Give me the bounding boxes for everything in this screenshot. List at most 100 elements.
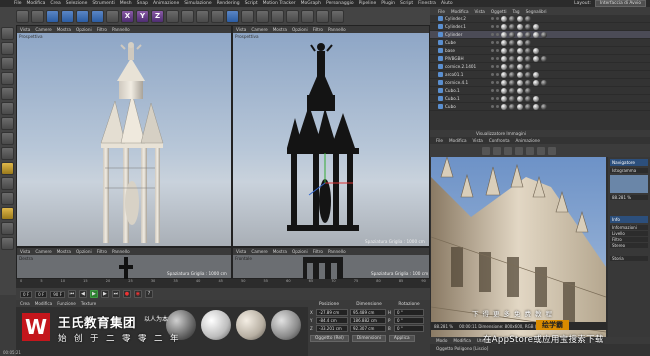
material-tag-icon[interactable] xyxy=(525,103,531,110)
object-row[interactable]: Cube xyxy=(430,39,650,47)
object-name[interactable]: Cubo.1 xyxy=(445,96,489,101)
material-tag-icon[interactable] xyxy=(501,87,507,94)
visibility-dot-icon[interactable] xyxy=(491,49,494,52)
layout-dropdown[interactable]: Interfaccia di Avvio xyxy=(594,0,646,7)
material-tag-icon[interactable] xyxy=(525,55,531,62)
material-tag-icon[interactable] xyxy=(501,39,507,46)
menu-plugin[interactable]: Plugin xyxy=(381,1,395,6)
material-tag-icon[interactable] xyxy=(541,31,547,38)
material-tag-icon[interactable] xyxy=(525,15,531,22)
rotation-p-field[interactable]: 0 ° xyxy=(394,317,424,324)
y-axis-lock-button[interactable]: Y xyxy=(136,9,149,23)
sculpt-icon[interactable] xyxy=(1,222,14,235)
vp-menu-pannello[interactable]: Pannello xyxy=(112,27,130,32)
make-editable-icon[interactable] xyxy=(1,27,14,40)
points-mode-icon[interactable] xyxy=(1,87,14,100)
vp-menu-camere[interactable]: Camere xyxy=(35,249,51,254)
menu-animazione[interactable]: Animazione xyxy=(153,1,179,6)
vp-menu-mostra[interactable]: Mostra xyxy=(273,27,287,32)
menu-finestra[interactable]: Finestra xyxy=(418,1,436,6)
visibility-dot-icon[interactable] xyxy=(491,65,494,68)
object-name[interactable]: Cubo.1 xyxy=(445,88,489,93)
menu-strumenti[interactable]: Strumenti xyxy=(92,1,114,6)
object-name[interactable]: cornice.4.1 xyxy=(445,80,489,85)
object-name[interactable]: PIVBGBH xyxy=(445,56,489,61)
render-dot-icon[interactable] xyxy=(496,89,499,92)
material-tag-icon[interactable] xyxy=(517,23,523,30)
history-tab[interactable]: Storia xyxy=(610,256,648,261)
workplane-icon[interactable] xyxy=(1,72,14,85)
material-tag-icon[interactable] xyxy=(509,31,515,38)
render-dot-icon[interactable] xyxy=(496,97,499,100)
camera-icon[interactable] xyxy=(316,9,329,23)
material-tag-icon[interactable] xyxy=(517,95,523,102)
material-tag-icon[interactable] xyxy=(509,103,515,110)
pv-menu-animazione[interactable]: Animazione xyxy=(516,138,540,143)
menu-snap[interactable]: Snap xyxy=(137,1,148,6)
object-row[interactable]: Cylinder.2 xyxy=(430,15,650,23)
livello-item[interactable]: Livello xyxy=(610,231,648,236)
render-picture-viewer-icon[interactable] xyxy=(196,9,209,23)
material-tag-icon[interactable] xyxy=(525,87,531,94)
save-icon[interactable] xyxy=(537,146,545,155)
render-dot-icon[interactable] xyxy=(496,73,499,76)
material-tag-icon[interactable] xyxy=(525,71,531,78)
menu-mesh[interactable]: Mesh xyxy=(120,1,132,6)
menu-script[interactable]: Script xyxy=(245,1,258,6)
size-mode-dropdown[interactable]: Dimensioni xyxy=(351,335,386,342)
material-tag-icon[interactable] xyxy=(533,71,539,78)
vp-menu-filtro[interactable]: Filtro xyxy=(313,249,323,254)
material-tag-icon[interactable] xyxy=(533,55,539,62)
material-tag-icon[interactable] xyxy=(517,39,523,46)
material-tag-icon[interactable] xyxy=(517,15,523,22)
model-mode-icon[interactable] xyxy=(1,42,14,55)
keyframe-selection-icon[interactable]: ? xyxy=(144,290,153,298)
navigator-thumbnail[interactable] xyxy=(610,175,648,193)
object-name[interactable]: base xyxy=(445,48,489,53)
material-tag-icon[interactable] xyxy=(509,55,515,62)
render-dot-icon[interactable] xyxy=(496,57,499,60)
vp-menu-vista[interactable]: Vista xyxy=(236,249,246,254)
size-z-field[interactable]: 92.307 cm xyxy=(350,325,386,332)
material-swatch[interactable] xyxy=(201,310,231,340)
texture-tool-icon[interactable] xyxy=(1,237,14,250)
autokey-icon[interactable]: ◉ xyxy=(133,290,142,298)
material-tag-icon[interactable] xyxy=(517,79,523,86)
material-tag-icon[interactable] xyxy=(533,23,539,30)
material-tag-icon[interactable] xyxy=(525,79,531,86)
scale-icon[interactable] xyxy=(76,9,89,23)
viewport-front-view[interactable]: Vista Camere Mostra Opzioni Filtro Panne… xyxy=(232,247,430,279)
rotate-icon[interactable] xyxy=(91,9,104,23)
render-dot-icon[interactable] xyxy=(496,25,499,28)
info-tab[interactable]: Info xyxy=(610,216,648,223)
material-tag-icon[interactable] xyxy=(517,103,523,110)
visibility-dot-icon[interactable] xyxy=(491,17,494,20)
subdivision-icon[interactable] xyxy=(256,9,269,23)
material-tag-icon[interactable] xyxy=(517,31,523,38)
menu-personaggio[interactable]: Personaggio xyxy=(326,1,354,6)
timeline-ruler[interactable]: 0 5 10 15 20 25 30 35 40 45 50 55 60 65 … xyxy=(16,279,430,288)
material-tag-icon[interactable] xyxy=(501,15,507,22)
position-y-field[interactable]: -84.4 cm xyxy=(316,317,348,324)
material-tag-icon[interactable] xyxy=(525,39,531,46)
om-menu-vista[interactable]: Vista xyxy=(475,9,485,14)
zoom-field[interactable]: 88.281 % xyxy=(610,195,648,200)
viewport-perspective-right[interactable]: Vista Camere Mostra Opzioni Filtro Panne… xyxy=(232,25,430,247)
end-frame-field[interactable]: 90 F xyxy=(50,290,65,298)
vp-menu-filtro[interactable]: Filtro xyxy=(97,27,107,32)
light-icon[interactable] xyxy=(331,9,344,23)
pv-menu-modifica[interactable]: Modifica xyxy=(449,138,467,143)
snap-icon[interactable] xyxy=(1,162,14,175)
previous-key-icon[interactable]: ◀ xyxy=(78,290,87,298)
material-tag-icon[interactable] xyxy=(517,71,523,78)
attr-menu-modifica[interactable]: Modifica xyxy=(453,338,471,343)
render-dot-icon[interactable] xyxy=(496,105,499,108)
menu-crea[interactable]: Crea xyxy=(50,1,60,6)
next-key-icon[interactable]: ▶ xyxy=(100,290,109,298)
material-tag-icon[interactable] xyxy=(501,71,507,78)
z-axis-lock-button[interactable]: Z xyxy=(151,9,164,23)
material-tag-icon[interactable] xyxy=(501,31,507,38)
filtro-item[interactable]: Filtro xyxy=(610,237,648,242)
apply-button[interactable]: Applica xyxy=(388,335,415,342)
vp-menu-opzioni[interactable]: Opzioni xyxy=(292,249,308,254)
